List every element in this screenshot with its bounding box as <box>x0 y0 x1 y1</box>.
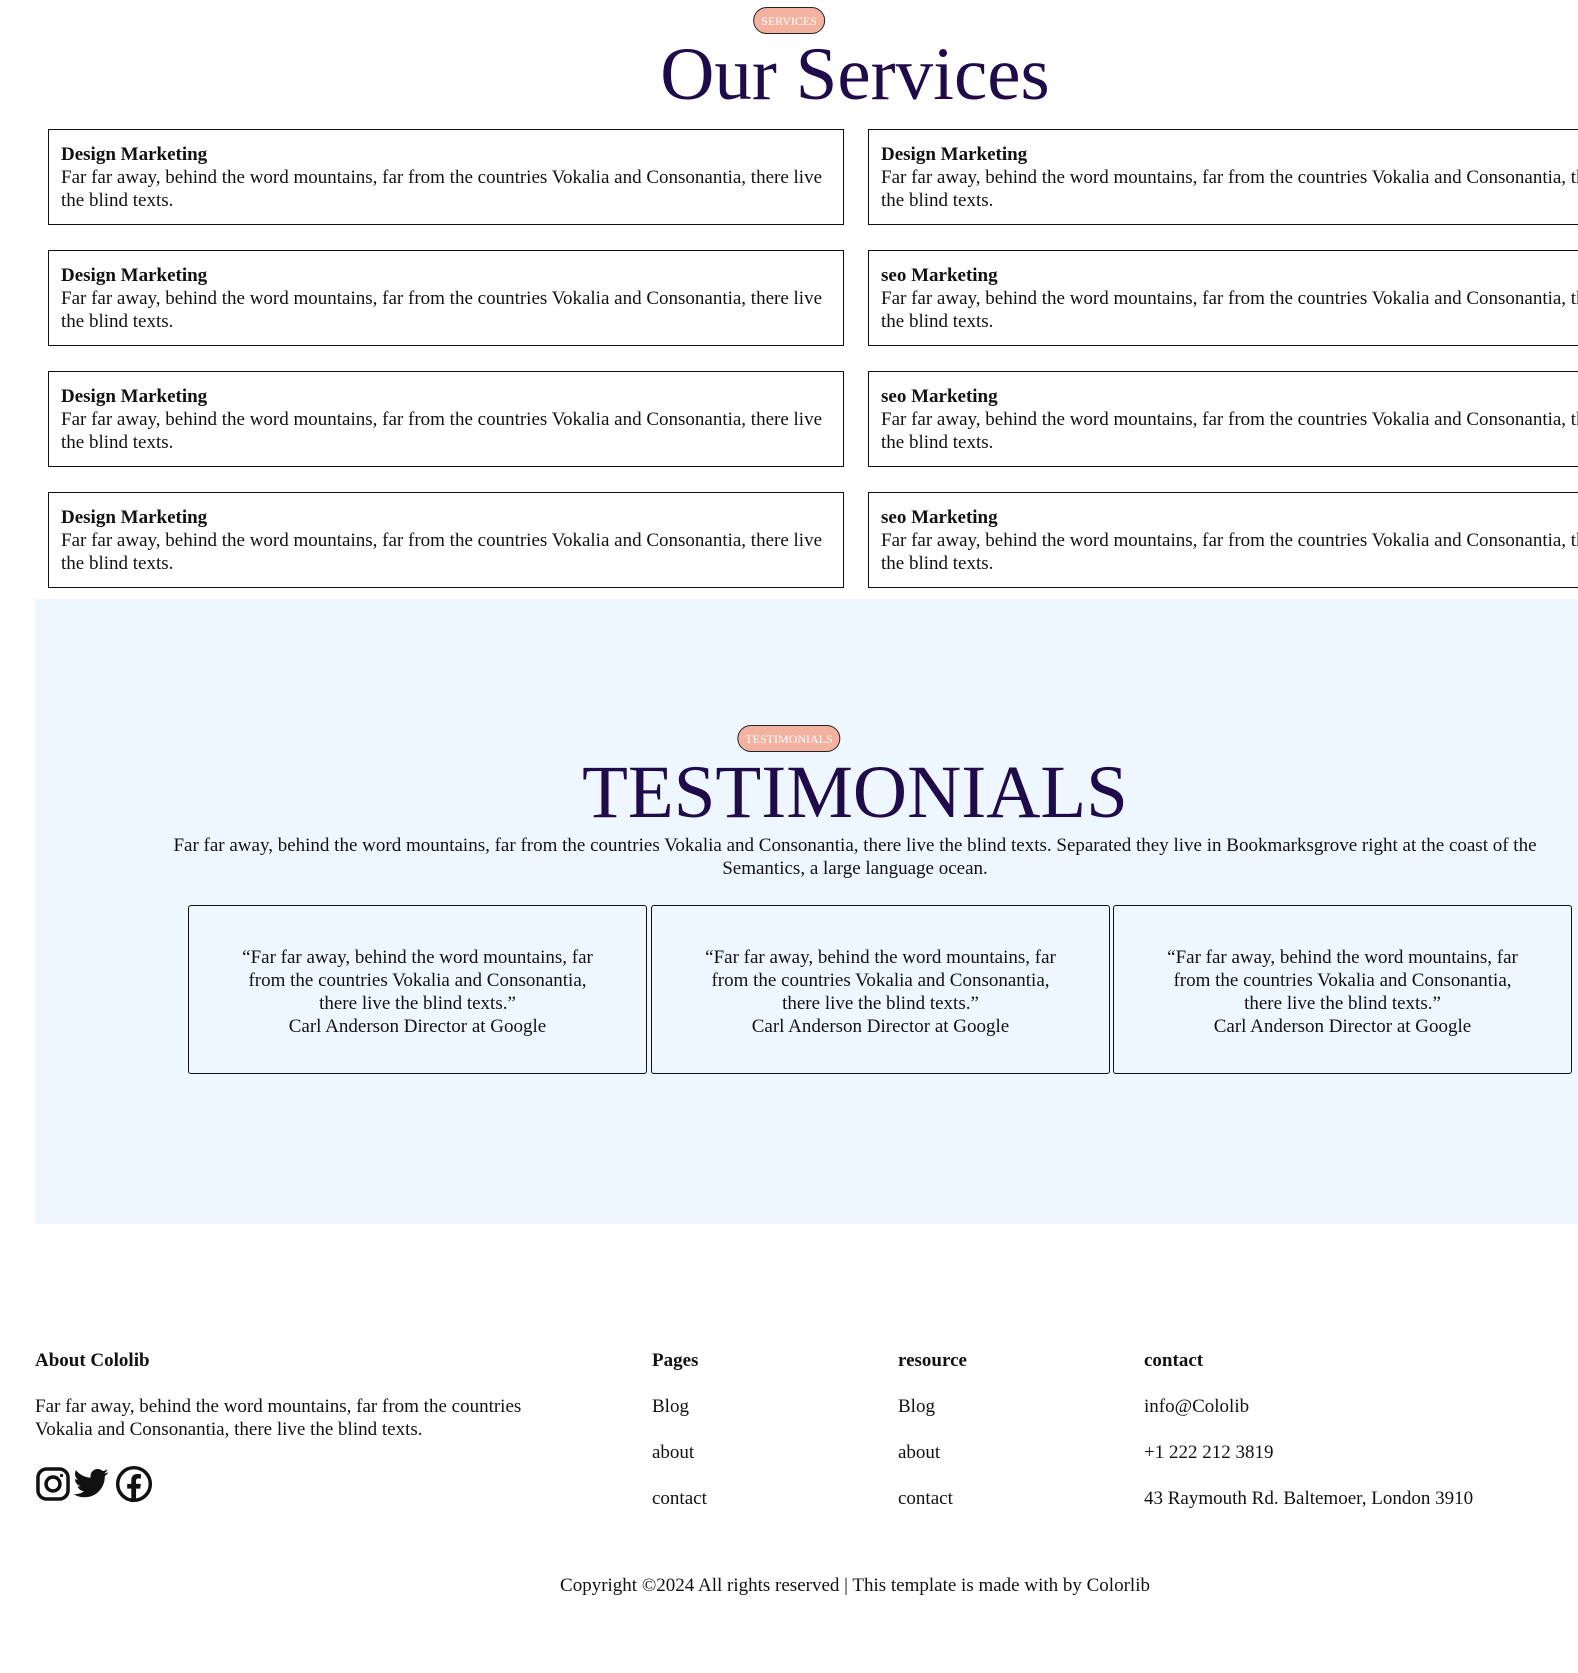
footer-resource-link-contact[interactable]: contact <box>898 1487 953 1510</box>
service-card: Design Marketing Far far away, behind th… <box>48 250 844 346</box>
testimonial-quote: “Far far away, behind the word mountains… <box>242 947 593 1014</box>
testimonial-quote: “Far far away, behind the word mountains… <box>705 947 1056 1014</box>
footer-contact-email: info@Cololib <box>1144 1396 1250 1417</box>
testimonials-badge: TESTIMONIALS <box>737 725 841 752</box>
service-card: seo Marketing Far far away, behind the w… <box>868 250 1578 346</box>
footer-contact-phone: +1 222 212 3819 <box>1144 1442 1274 1463</box>
testimonial-author: Carl Anderson Director at Google <box>288 1016 547 1037</box>
service-card: Design Marketing Far far away, behind th… <box>48 371 844 467</box>
facebook-icon[interactable] <box>115 1465 153 1503</box>
service-card-title: Design Marketing <box>881 144 1028 165</box>
testimonials-intro: Far far away, behind the word mountains,… <box>173 835 1537 879</box>
testimonial-card: “Far far away, behind the word mountains… <box>188 905 647 1074</box>
service-card: seo Marketing Far far away, behind the w… <box>868 492 1578 588</box>
service-card-text: Far far away, behind the word mountains,… <box>881 288 1578 332</box>
footer-resource-link-blog[interactable]: Blog <box>898 1395 935 1418</box>
footer-pages-heading: Pages <box>652 1350 699 1371</box>
services-badge: SERVICES <box>753 7 825 34</box>
testimonial-author: Carl Anderson Director at Google <box>1213 1016 1472 1037</box>
footer-resource-link-about[interactable]: about <box>898 1441 940 1464</box>
service-card-title: Design Marketing <box>61 386 208 407</box>
service-card-text: Far far away, behind the word mountains,… <box>61 167 823 211</box>
service-card-title: Design Marketing <box>61 144 208 165</box>
testimonial-author: Carl Anderson Director at Google <box>751 1016 1010 1037</box>
service-card-title: Design Marketing <box>61 265 208 286</box>
footer-link-blog[interactable]: Blog <box>652 1395 689 1418</box>
services-title: Our Services <box>660 33 1050 116</box>
copyright: Copyright ©2024 All rights reserved | Th… <box>560 1575 1150 1596</box>
testimonials-title: TESTIMONIALS <box>582 751 1128 834</box>
service-card-title: seo Marketing <box>881 507 998 528</box>
service-card-title: seo Marketing <box>881 265 998 286</box>
service-card-title: Design Marketing <box>61 507 208 528</box>
testimonial-card: “Far far away, behind the word mountains… <box>651 905 1110 1074</box>
footer-about-text: Far far away, behind the word mountains,… <box>35 1396 522 1440</box>
service-card: Design Marketing Far far away, behind th… <box>868 129 1578 225</box>
service-card-text: Far far away, behind the word mountains,… <box>881 409 1578 453</box>
service-card: Design Marketing Far far away, behind th… <box>48 492 844 588</box>
instagram-icon[interactable] <box>34 1465 72 1503</box>
footer-link-contact[interactable]: contact <box>652 1487 707 1510</box>
footer-contact-address: 43 Raymouth Rd. Baltemoer, London 3910 <box>1144 1488 1474 1509</box>
service-card-title: seo Marketing <box>881 386 998 407</box>
service-card-text: Far far away, behind the word mountains,… <box>881 530 1578 574</box>
service-card: Design Marketing Far far away, behind th… <box>48 129 844 225</box>
service-card: seo Marketing Far far away, behind the w… <box>868 371 1578 467</box>
service-card-text: Far far away, behind the word mountains,… <box>61 288 823 332</box>
service-card-text: Far far away, behind the word mountains,… <box>61 530 823 574</box>
page: SERVICES Our Services Design Marketing F… <box>0 0 1578 1673</box>
service-card-text: Far far away, behind the word mountains,… <box>61 409 823 453</box>
footer-link-about[interactable]: about <box>652 1441 694 1464</box>
testimonial-card: “Far far away, behind the word mountains… <box>1113 905 1572 1074</box>
twitter-icon[interactable] <box>72 1465 110 1503</box>
footer-about-heading: About Cololib <box>35 1350 150 1371</box>
footer-resource-heading: resource <box>898 1350 967 1371</box>
service-card-text: Far far away, behind the word mountains,… <box>881 167 1578 211</box>
footer-contact-heading: contact <box>1144 1350 1204 1371</box>
testimonial-quote: “Far far away, behind the word mountains… <box>1167 947 1518 1014</box>
